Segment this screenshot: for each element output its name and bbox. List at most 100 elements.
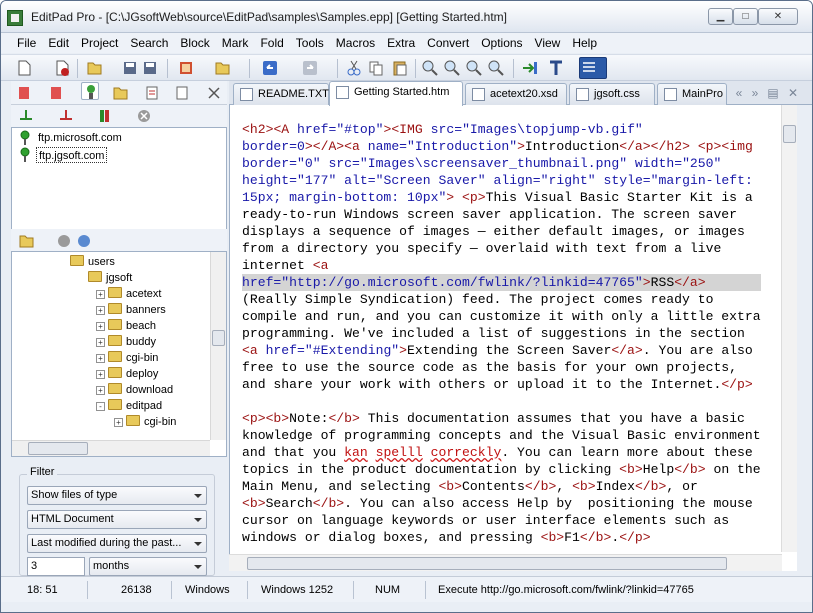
ftp-list-icon[interactable] [97, 107, 115, 125]
close-button[interactable]: ✕ [758, 8, 798, 25]
refresh-icon[interactable] [75, 232, 93, 250]
charmap-tab-icon[interactable] [173, 84, 191, 102]
tree-item[interactable]: + deploy [96, 366, 158, 382]
menu-macros[interactable]: Macros [330, 33, 381, 53]
menu-project[interactable]: Project [75, 33, 124, 53]
code-token: href= [297, 122, 337, 137]
menu-fold[interactable]: Fold [254, 33, 289, 53]
ftp-tab-icon[interactable] [81, 82, 99, 100]
tab-readme-txt[interactable]: README.TXT [233, 83, 329, 105]
tree-vertical-scrollbar[interactable] [210, 252, 226, 440]
menu-search[interactable]: Search [124, 33, 174, 53]
menu-edit[interactable]: Edit [42, 33, 75, 53]
tab-mainpro[interactable]: MainPro [657, 83, 727, 105]
copy-icon[interactable] [367, 59, 385, 77]
font-icon[interactable] [547, 59, 565, 77]
ftp-disconnect-icon[interactable] [47, 84, 65, 102]
tree-item[interactable]: + cgi-bin [114, 414, 176, 430]
close-file-icon[interactable] [53, 59, 71, 77]
tree-item[interactable]: + download [96, 382, 173, 398]
word-wrap-icon[interactable] [579, 57, 607, 79]
code-token: cursor on language keywords or user inte… [242, 513, 730, 528]
tab-getting-started-htm[interactable]: Getting Started.htm [329, 81, 463, 106]
tree-item[interactable]: + buddy [96, 334, 156, 350]
code-token: src= [430, 122, 463, 137]
menu-convert[interactable]: Convert [421, 33, 475, 53]
tab-list-icon[interactable]: ▤ [765, 85, 781, 101]
ftp-upload-icon[interactable] [17, 107, 35, 125]
find-previous-icon[interactable] [465, 59, 483, 77]
tab-acetext20-xsd[interactable]: acetext20.xsd [465, 83, 567, 105]
tree-item[interactable]: + beach [96, 318, 156, 334]
folder-tab-icon[interactable] [111, 84, 129, 102]
tree-item[interactable]: + banners [96, 302, 166, 318]
tree-horizontal-scrollbar[interactable] [12, 440, 210, 456]
menu-options[interactable]: Options [475, 33, 528, 53]
save-icon[interactable] [121, 59, 139, 77]
expand-icon[interactable]: + [96, 370, 105, 379]
ftp-item[interactable]: ftp.jgsoft.com [36, 147, 108, 163]
folder-icon[interactable] [17, 232, 35, 250]
tab-scroll-left-icon[interactable]: « [731, 85, 747, 101]
menu-tools[interactable]: Tools [290, 33, 330, 53]
project-icon[interactable] [177, 59, 195, 77]
expand-icon[interactable]: + [96, 386, 105, 395]
open-project-icon[interactable] [213, 59, 231, 77]
insert-icon[interactable] [521, 59, 539, 77]
ftp-item[interactable]: ftp.microsoft.com [36, 130, 124, 146]
ftp-stop-icon[interactable] [135, 107, 153, 125]
menu-file[interactable]: File [11, 33, 42, 53]
editor-content[interactable]: <h2><A href="#top"><IMG src="Images\topj… [242, 121, 761, 546]
minimize-button[interactable]: ▁ [708, 8, 733, 25]
menu-mark[interactable]: Mark [216, 33, 255, 53]
code-token: <b> [540, 530, 565, 545]
cut-icon[interactable] [345, 59, 363, 77]
save-all-icon[interactable] [141, 59, 159, 77]
network-icon[interactable] [55, 232, 73, 250]
search-icon[interactable] [421, 59, 439, 77]
tree-item[interactable]: + cgi-bin [96, 350, 158, 366]
ftp-download-icon[interactable] [57, 107, 75, 125]
tree-item-label: buddy [126, 336, 156, 348]
expand-icon[interactable]: + [114, 418, 123, 427]
paste-icon[interactable] [391, 59, 409, 77]
editor-horizontal-scrollbar[interactable] [229, 554, 782, 571]
collapse-icon[interactable]: - [96, 402, 105, 411]
period-count-input[interactable]: 3 [27, 557, 85, 576]
expand-icon[interactable]: + [96, 338, 105, 347]
close-panel-icon[interactable] [205, 84, 223, 102]
expand-icon[interactable]: + [96, 306, 105, 315]
tree-item[interactable]: - editpad [96, 398, 162, 414]
ftp-connect-icon[interactable] [15, 84, 33, 102]
show-files-combo[interactable]: Show files of type [27, 486, 207, 505]
maximize-button[interactable]: □ [733, 8, 758, 25]
find-next-icon[interactable] [443, 59, 461, 77]
file-type-combo[interactable]: HTML Document [27, 510, 207, 529]
replace-icon[interactable] [487, 59, 505, 77]
expand-icon[interactable]: + [96, 322, 105, 331]
expand-icon[interactable]: + [96, 354, 105, 363]
editor-vertical-scrollbar[interactable] [781, 105, 797, 552]
text-editor[interactable]: <h2><A href="#top"><IMG src="Images\topj… [229, 105, 797, 571]
clip-tab-icon[interactable] [143, 84, 161, 102]
code-token: </b> [674, 462, 706, 477]
new-file-icon[interactable] [15, 59, 33, 77]
expand-icon[interactable]: + [96, 290, 105, 299]
redo-icon[interactable] [301, 59, 319, 77]
tree-item[interactable]: + acetext [96, 286, 161, 302]
menu-view[interactable]: View [529, 33, 567, 53]
tab-jgsoft-css[interactable]: jgsoft.css [569, 83, 655, 105]
menu-extra[interactable]: Extra [381, 33, 421, 53]
tab-scroll-right-icon[interactable]: » [747, 85, 763, 101]
tab-close-icon[interactable]: ✕ [785, 85, 801, 101]
menu-block[interactable]: Block [174, 33, 215, 53]
menu-help[interactable]: Help [566, 33, 603, 53]
tree-item[interactable]: users [70, 254, 115, 270]
period-unit-combo[interactable]: months [89, 557, 207, 576]
undo-icon[interactable] [261, 59, 279, 77]
last-modified-combo[interactable]: Last modified during the past... [27, 534, 207, 553]
code-token: <p> [697, 139, 722, 154]
open-file-icon[interactable] [85, 59, 103, 77]
app-window: EditPad Pro - [C:\JGsoftWeb\source\EditP… [0, 0, 813, 613]
tree-item[interactable]: jgsoft [88, 270, 132, 286]
